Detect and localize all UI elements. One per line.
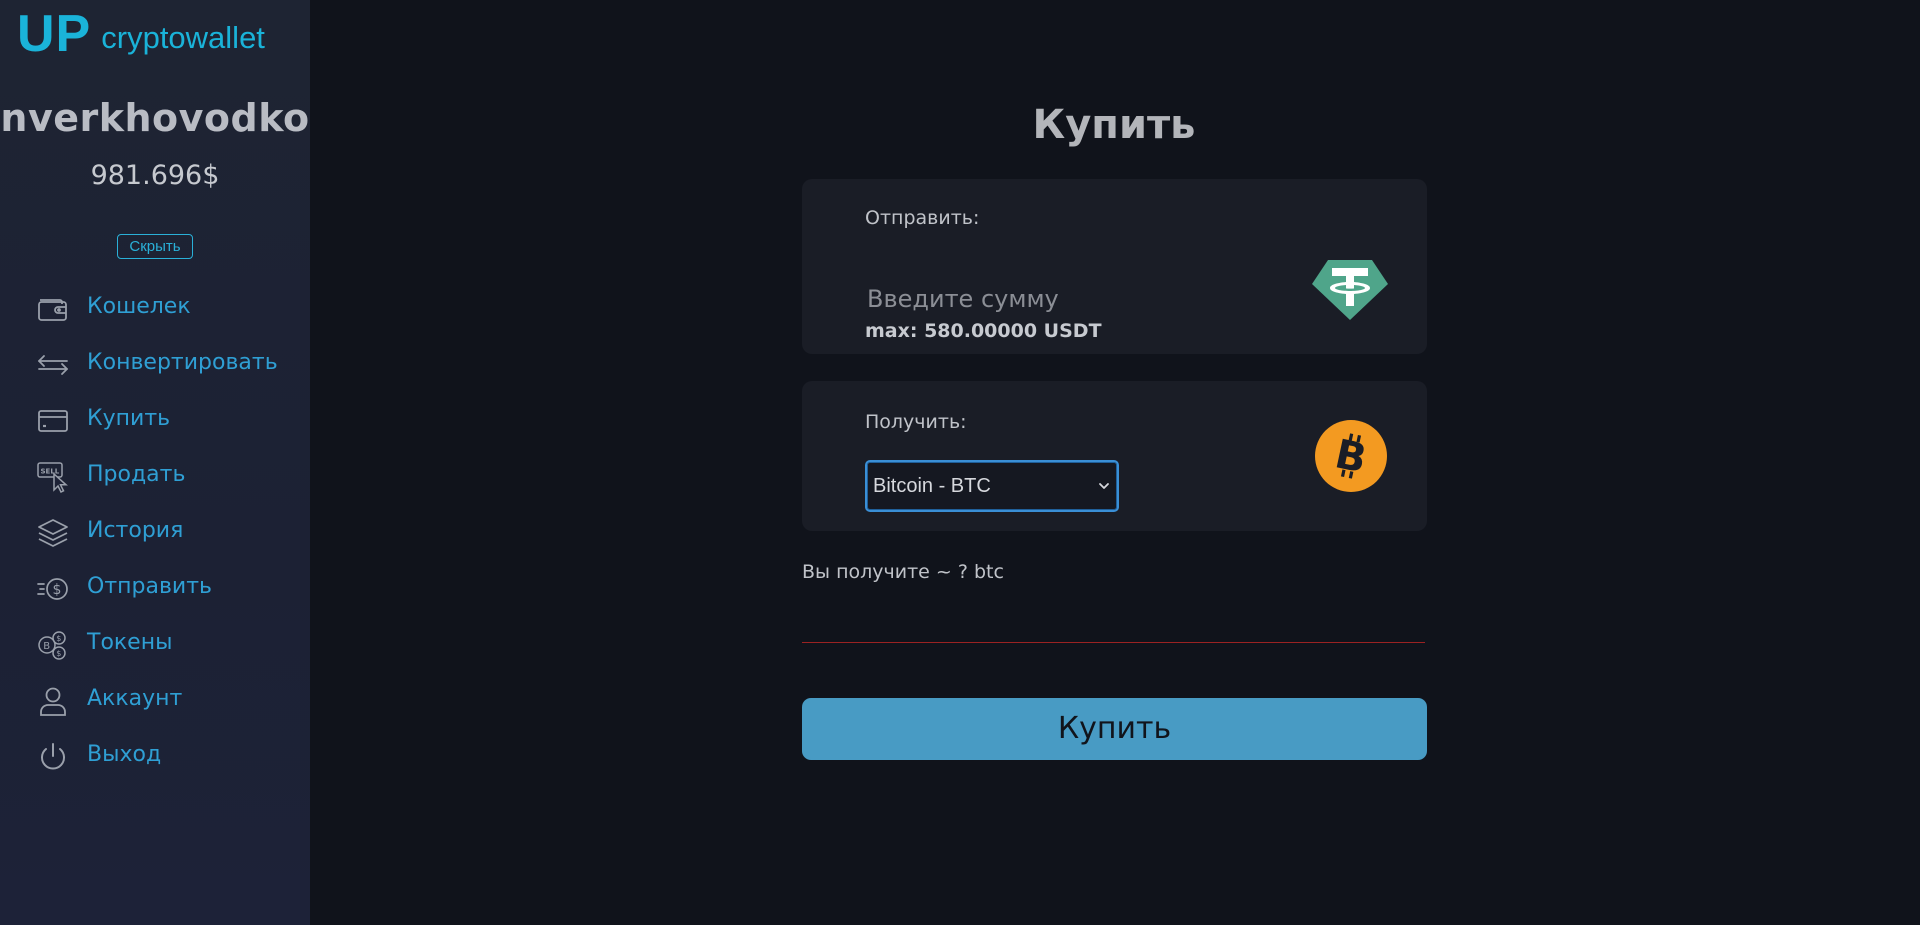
tokens-coins-icon: B $ $	[36, 628, 70, 662]
currency-select-value: Bitcoin - BTC	[873, 475, 991, 497]
layers-icon	[36, 516, 70, 550]
sidebar-item-label: Токены	[87, 630, 173, 655]
svg-text:$: $	[56, 649, 61, 658]
sidebar-item-send[interactable]: $ Отправить	[0, 560, 310, 616]
max-amount-text: max: 580.00000 USDT	[865, 320, 1102, 342]
chevron-down-icon	[1097, 479, 1111, 493]
sidebar-item-label: Отправить	[87, 574, 213, 599]
balance: 981.696$	[90, 160, 220, 191]
estimated-receive-text: Вы получите ~ ? btc	[802, 561, 1004, 583]
amount-input[interactable]	[865, 280, 1285, 318]
svg-text:$: $	[53, 582, 62, 598]
sell-click-icon: SELL	[36, 460, 70, 494]
hide-balance-button[interactable]: Скрыть	[117, 234, 193, 259]
bitcoin-icon: B	[1315, 420, 1387, 492]
svg-text:SELL: SELL	[41, 468, 60, 476]
sidebar-item-tokens[interactable]: B $ $ Токены	[0, 616, 310, 672]
sidebar-item-wallet[interactable]: Кошелек	[0, 280, 310, 336]
divider-line	[802, 642, 1425, 643]
app-root: UP cryptowallet nverkhovodko 981.696$ Скр…	[0, 0, 1920, 925]
logo-text: cryptowallet	[101, 20, 265, 55]
sidebar-item-convert[interactable]: Конвертировать	[0, 336, 310, 392]
logo[interactable]: UP cryptowallet	[17, 2, 265, 66]
svg-text:B: B	[43, 641, 50, 652]
receive-label: Получить:	[865, 411, 967, 433]
receive-card: Получить: Bitcoin - BTC B	[802, 381, 1427, 531]
sidebar-item-label: Конвертировать	[87, 350, 278, 375]
send-label: Отправить:	[865, 207, 980, 229]
username: nverkhovodko	[0, 96, 310, 140]
buy-button[interactable]: Купить	[802, 698, 1427, 760]
sidebar-nav: Кошелек Конвертировать Купить SELL Прода…	[0, 280, 310, 784]
send-dollar-icon: $	[36, 572, 70, 606]
sidebar-item-logout[interactable]: Выход	[0, 728, 310, 784]
sidebar-item-label: Аккаунт	[87, 686, 183, 711]
tether-usdt-icon	[1312, 250, 1388, 326]
sidebar-item-label: Продать	[87, 462, 186, 487]
sidebar: UP cryptowallet nverkhovodko 981.696$ Скр…	[0, 0, 310, 925]
user-icon	[36, 684, 70, 718]
credit-card-icon	[36, 404, 70, 438]
send-card: Отправить: max: 580.00000 USDT	[802, 179, 1427, 354]
power-icon	[36, 740, 70, 774]
sidebar-item-sell[interactable]: SELL Продать	[0, 448, 310, 504]
currency-select[interactable]: Bitcoin - BTC	[865, 460, 1119, 512]
sidebar-item-buy[interactable]: Купить	[0, 392, 310, 448]
sidebar-item-account[interactable]: Аккаунт	[0, 672, 310, 728]
sidebar-item-history[interactable]: История	[0, 504, 310, 560]
sidebar-item-label: Кошелек	[87, 294, 191, 319]
logo-up: UP	[17, 5, 92, 63]
sidebar-item-label: Купить	[87, 406, 171, 431]
page-title: Купить	[1032, 102, 1196, 148]
sidebar-item-label: Выход	[87, 742, 162, 767]
sidebar-item-label: История	[87, 518, 184, 543]
svg-text:$: $	[56, 634, 61, 643]
convert-arrows-icon	[36, 348, 70, 382]
wallet-icon	[36, 292, 70, 326]
